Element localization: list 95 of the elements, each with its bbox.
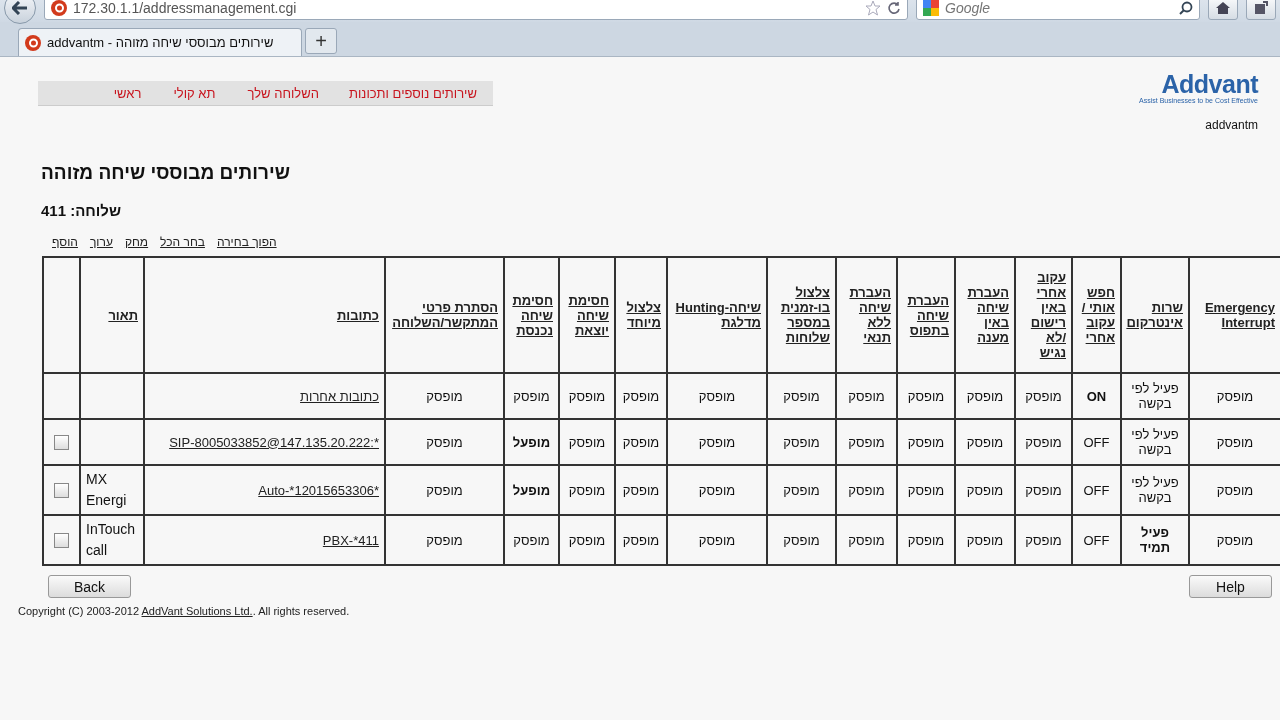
table-cell: פעיל לפי בקשה xyxy=(1121,419,1189,465)
table-cell: OFF xyxy=(1072,515,1121,565)
page-title: שירותים מבוססי שיחה מזוהה xyxy=(41,162,291,184)
table-cell: מופסק xyxy=(897,465,955,515)
table-cell: מופסק xyxy=(667,419,767,465)
table-cell: פעיל לפי בקשה xyxy=(1121,465,1189,515)
table-cell: מופסק xyxy=(615,373,667,419)
extension-icon[interactable] xyxy=(1246,0,1276,20)
action-link[interactable]: הפוך בחירה xyxy=(216,235,277,249)
action-link[interactable]: מחק xyxy=(124,235,149,249)
column-header[interactable]: תאור xyxy=(86,307,138,323)
description-cell: InTouch call xyxy=(80,515,144,565)
table-cell: מופסק xyxy=(1015,419,1072,465)
table-cell: OFF xyxy=(1072,465,1121,515)
table-cell: מופעל xyxy=(504,465,559,515)
table-cell: מופסק xyxy=(955,373,1015,419)
copyright-text: Copyright (C) 2003-2012 AddVant Solutions Ltd.. All rights reserved. xyxy=(18,605,351,617)
table-cell: מופסק xyxy=(767,465,836,515)
table-cell: ON xyxy=(1072,373,1121,419)
table-cell: מופסק xyxy=(504,515,559,565)
reload-icon[interactable] xyxy=(887,1,901,15)
column-header[interactable]: כתובות xyxy=(150,307,379,323)
url-text: 172.30.1.1/addressmanagement.cgi xyxy=(73,0,298,16)
back-icon[interactable] xyxy=(4,0,36,24)
action-link[interactable]: בחר הכל xyxy=(160,235,205,249)
row-checkbox[interactable] xyxy=(54,533,69,549)
new-tab-button[interactable]: + xyxy=(305,28,337,54)
table-cell: מופסק xyxy=(504,373,559,419)
nav-link[interactable]: ראשי xyxy=(63,85,158,101)
action-link[interactable]: הוסף xyxy=(52,235,78,249)
search-field[interactable]: Google xyxy=(943,0,1175,17)
row-checkbox[interactable] xyxy=(54,435,69,451)
address-link[interactable]: PBX-*411 xyxy=(322,532,379,548)
action-link[interactable]: ערוך xyxy=(89,235,113,249)
address-link[interactable]: כתובות אחרות xyxy=(300,388,379,404)
table-cell: מופסק xyxy=(1189,465,1280,515)
table-cell: מופסק xyxy=(667,373,767,419)
table-cell: מופסק xyxy=(767,373,836,419)
tab-title: addvantm - שירותים מבוססי שיחה מזוהה xyxy=(47,35,274,50)
column-header[interactable]: צלצול מיוחד xyxy=(621,300,661,330)
table-cell: מופסק xyxy=(1015,515,1072,565)
search-bar[interactable]: Google xyxy=(916,0,1200,20)
table-cell: מופסק xyxy=(836,419,897,465)
table-cell: מופסק xyxy=(897,515,955,565)
table-cell: מופסק xyxy=(897,373,955,419)
extension-label: שלוחה: 411 xyxy=(41,202,122,219)
company-link[interactable]: AddVant Solutions Ltd. xyxy=(141,605,253,617)
table-cell: מופסק xyxy=(615,465,667,515)
address-link[interactable]: Auto-*12015653306* xyxy=(258,482,379,498)
user-name: addvantm xyxy=(1205,118,1258,132)
table-cell: מופסק xyxy=(955,419,1015,465)
home-icon[interactable] xyxy=(1208,0,1238,20)
browser-tab[interactable]: addvantm - שירותים מבוססי שיחה מזוהה xyxy=(18,28,302,56)
back-button[interactable]: Back xyxy=(48,575,131,598)
star-icon[interactable] xyxy=(865,0,881,16)
table-cell: מופסק xyxy=(615,419,667,465)
table-cell: מופסק xyxy=(1015,465,1072,515)
table-cell: מופסק xyxy=(667,515,767,565)
table-cell: מופעל xyxy=(504,419,559,465)
help-button[interactable]: Help xyxy=(1189,575,1272,598)
table-cell: מופסק xyxy=(1015,373,1072,419)
table-cell: מופסק xyxy=(1189,373,1280,419)
table-cell: מופסק xyxy=(559,373,615,419)
nav-link[interactable]: שירותים נוספים ותכונות xyxy=(335,85,493,101)
table-cell: פעיל לפי בקשה xyxy=(1121,373,1189,419)
table-cell: מופסק xyxy=(955,515,1015,565)
table-cell: מופסק xyxy=(385,373,504,419)
table-cell: OFF xyxy=(1072,419,1121,465)
table-cell: מופסק xyxy=(667,465,767,515)
table-cell: מופסק xyxy=(767,515,836,565)
table-cell: מופסק xyxy=(1189,419,1280,465)
browser-logo-icon xyxy=(25,34,41,51)
table-cell: מופסק xyxy=(559,419,615,465)
table-cell: מופסק xyxy=(559,515,615,565)
table-cell: מופסק xyxy=(836,515,897,565)
table-cell: מופסק xyxy=(385,515,504,565)
description-cell: MX Energi xyxy=(80,465,144,515)
logo-text: Addvant xyxy=(1161,71,1258,97)
row-checkbox[interactable] xyxy=(54,483,69,499)
nav-link[interactable]: השלוחה שלך xyxy=(231,85,335,101)
table-cell: מופסק xyxy=(385,419,504,465)
nav-link[interactable]: תא קולי xyxy=(157,85,232,101)
table-cell: מופסק xyxy=(897,419,955,465)
table-cell: מופסק xyxy=(1189,515,1280,565)
table-cell: מופסק xyxy=(836,373,897,419)
table-cell: מופסק xyxy=(955,465,1015,515)
table-cell: מופסק xyxy=(615,515,667,565)
table-cell: מופסק xyxy=(767,419,836,465)
address-bar[interactable]: 172.30.1.1/addressmanagement.cgi xyxy=(44,0,908,20)
table-cell: מופסק xyxy=(559,465,615,515)
table-cell: פעיל תמיד xyxy=(1121,515,1189,565)
table-cell: מופסק xyxy=(836,465,897,515)
search-icon[interactable] xyxy=(1179,1,1193,15)
browser-logo-icon xyxy=(51,0,67,16)
table-cell: מופסק xyxy=(385,465,504,515)
